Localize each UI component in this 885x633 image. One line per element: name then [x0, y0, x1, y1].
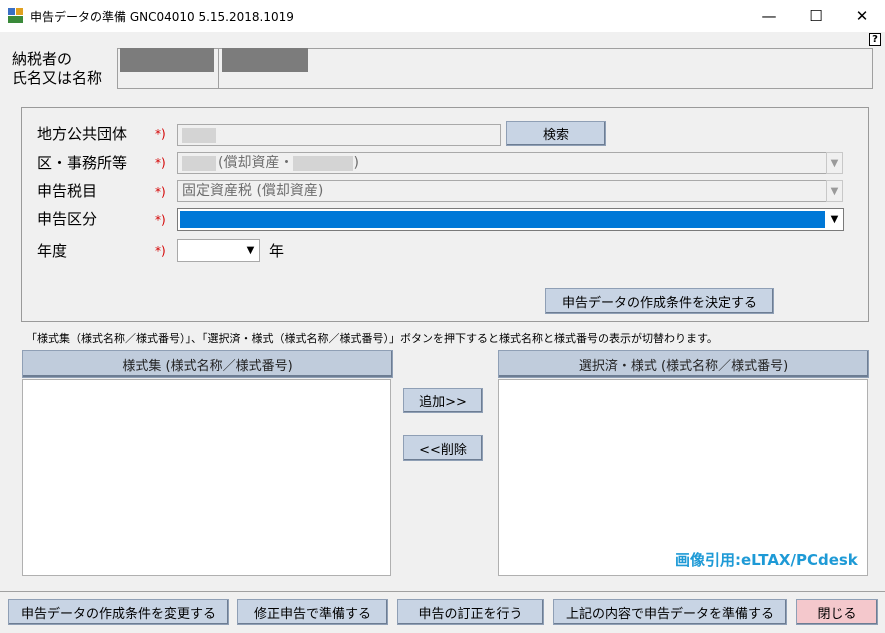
- amended-return-button[interactable]: 修正申告で準備する: [237, 599, 388, 625]
- category-selection-highlight: [180, 211, 825, 228]
- tax-item-label: 申告税目: [37, 182, 98, 200]
- form-list[interactable]: [22, 379, 391, 576]
- taxpayer-divider: [218, 48, 219, 89]
- ward-dropdown-icon[interactable]: ▼: [826, 152, 843, 174]
- taxpayer-label: 納税者の 氏名又は名称: [12, 50, 102, 88]
- remove-button[interactable]: <<削除: [403, 435, 483, 461]
- toggle-note: 「様式集（様式名称／様式番号）」、「選択済・様式（様式名称／様式番号）」ボタンを…: [26, 332, 718, 345]
- category-required: *): [155, 213, 166, 227]
- taxpayer-label-line1: 納税者の: [12, 50, 73, 68]
- local-gov-required: *): [155, 127, 166, 141]
- year-required: *): [155, 244, 166, 258]
- window-title: 申告データの準備 GNC04010 5.15.2018.1019: [30, 10, 294, 24]
- decide-conditions-button[interactable]: 申告データの作成条件を決定する: [545, 288, 774, 314]
- maximize-icon[interactable]: ☐: [793, 0, 839, 32]
- app-window-icon: [8, 8, 23, 23]
- form-list-header-button[interactable]: 様式集 (様式名称／様式番号): [22, 350, 393, 378]
- year-select[interactable]: ▼: [177, 239, 260, 262]
- ward-required: *): [155, 156, 166, 170]
- year-suffix: 年: [269, 242, 285, 260]
- tax-item-select[interactable]: 固定資産税 (償却資産): [177, 180, 827, 202]
- tax-item-dropdown-icon[interactable]: ▼: [826, 180, 843, 202]
- close-icon[interactable]: ✕: [839, 0, 885, 32]
- year-dropdown-icon[interactable]: ▼: [243, 241, 258, 260]
- category-select[interactable]: ▼: [177, 208, 844, 231]
- taxpayer-id-redacted: [120, 48, 214, 72]
- category-dropdown-icon[interactable]: ▼: [827, 210, 842, 229]
- prepare-data-button[interactable]: 上記の内容で申告データを準備する: [553, 599, 787, 625]
- ward-value-mid: (償却資産・: [218, 155, 294, 171]
- local-gov-input[interactable]: [177, 124, 501, 146]
- taxpayer-name-redacted: [222, 48, 308, 72]
- change-conditions-button[interactable]: 申告データの作成条件を変更する: [8, 599, 229, 625]
- close-button[interactable]: 閉じる: [796, 599, 878, 625]
- correct-return-button[interactable]: 申告の訂正を行う: [397, 599, 544, 625]
- help-icon[interactable]: ?: [869, 33, 881, 46]
- selected-list[interactable]: [498, 379, 868, 576]
- year-label: 年度: [37, 242, 68, 260]
- taxpayer-label-line2: 氏名又は名称: [12, 69, 103, 87]
- ward-label: 区・事務所等: [37, 154, 128, 172]
- search-button[interactable]: 検索: [506, 121, 606, 146]
- image-credit: 画像引用:eLTAX/PCdesk: [675, 551, 858, 569]
- ward-value-end: ): [353, 155, 359, 171]
- minimize-icon[interactable]: —: [746, 0, 792, 32]
- tax-item-required: *): [155, 185, 166, 199]
- category-label: 申告区分: [37, 210, 98, 228]
- ward-select[interactable]: (償却資産・): [177, 152, 827, 174]
- footer-separator: [0, 591, 885, 592]
- selected-list-header-button[interactable]: 選択済・様式 (様式名称／様式番号): [498, 350, 869, 378]
- local-gov-label: 地方公共団体: [37, 125, 128, 143]
- add-button[interactable]: 追加>>: [403, 388, 483, 413]
